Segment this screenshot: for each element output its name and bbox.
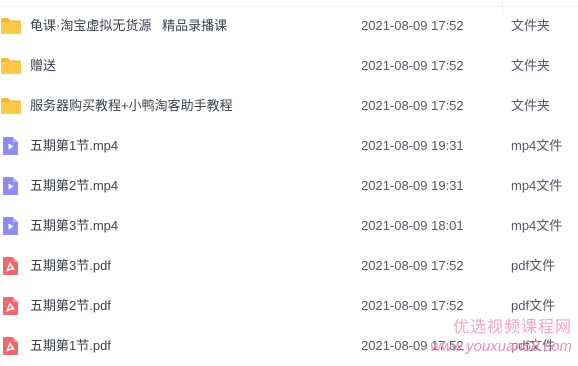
- file-row[interactable]: 五期第1节.pdf 2021-08-09 17:52 pdf文件: [0, 326, 578, 366]
- file-list: 龟课·淘宝虚拟无货源 精品录播课 2021-08-09 17:52 文件夹 赠送 202…: [0, 0, 578, 366]
- file-row[interactable]: 五期第3节.mp4 2021-08-09 18:01 mp4文件: [0, 206, 578, 246]
- file-type: mp4文件: [511, 178, 563, 193]
- file-modified-date: 2021-08-09 17:52: [361, 338, 464, 353]
- file-type: mp4文件: [511, 138, 563, 153]
- file-row[interactable]: 赠送 2021-08-09 17:52 文件夹: [0, 46, 578, 86]
- file-name[interactable]: 赠送: [30, 56, 56, 76]
- file-name[interactable]: 五期第1节.mp4: [30, 136, 118, 156]
- file-name[interactable]: 五期第1节.pdf: [30, 336, 111, 356]
- folder-icon: [0, 56, 22, 76]
- file-type: mp4文件: [511, 218, 563, 233]
- file-modified-date: 2021-08-09 17:52: [361, 18, 464, 33]
- file-type: pdf文件: [511, 298, 556, 313]
- file-type: 文件夹: [511, 18, 551, 33]
- file-type: pdf文件: [511, 338, 556, 353]
- file-row[interactable]: 五期第2节.mp4 2021-08-09 19:31 mp4文件: [0, 166, 578, 206]
- file-name[interactable]: 五期第3节.pdf: [30, 256, 111, 276]
- file-modified-date: 2021-08-09 17:52: [361, 58, 464, 73]
- file-type: pdf文件: [511, 258, 556, 273]
- file-row[interactable]: 五期第2节.pdf 2021-08-09 17:52 pdf文件: [0, 286, 578, 326]
- file-modified-date: 2021-08-09 17:52: [361, 258, 464, 273]
- file-row[interactable]: 五期第1节.mp4 2021-08-09 19:31 mp4文件: [0, 126, 578, 166]
- video-file-icon: [0, 136, 22, 156]
- file-row[interactable]: 五期第3节.pdf 2021-08-09 17:52 pdf文件: [0, 246, 578, 286]
- file-type: 文件夹: [511, 98, 551, 113]
- folder-icon: [0, 96, 22, 116]
- video-file-icon: [0, 176, 22, 196]
- file-modified-date: 2021-08-09 17:52: [361, 298, 464, 313]
- file-name[interactable]: 服务器购买教程+小鸭淘客助手教程: [30, 96, 233, 116]
- video-file-icon: [0, 216, 22, 236]
- file-type: 文件夹: [511, 58, 551, 73]
- folder-icon: [0, 16, 22, 36]
- file-row[interactable]: 龟课·淘宝虚拟无货源 精品录播课 2021-08-09 17:52 文件夹: [0, 6, 578, 46]
- file-name[interactable]: 五期第2节.pdf: [30, 296, 111, 316]
- file-modified-date: 2021-08-09 19:31: [361, 138, 464, 153]
- pdf-file-icon: [0, 256, 22, 276]
- file-row[interactable]: 服务器购买教程+小鸭淘客助手教程 2021-08-09 17:52 文件夹: [0, 86, 578, 126]
- file-modified-date: 2021-08-09 17:52: [361, 98, 464, 113]
- pdf-file-icon: [0, 336, 22, 356]
- pdf-file-icon: [0, 296, 22, 316]
- file-modified-date: 2021-08-09 18:01: [361, 218, 464, 233]
- file-modified-date: 2021-08-09 19:31: [361, 178, 464, 193]
- file-name[interactable]: 龟课·淘宝虚拟无货源 精品录播课: [30, 16, 227, 36]
- file-name[interactable]: 五期第3节.mp4: [30, 216, 118, 236]
- file-name[interactable]: 五期第2节.mp4: [30, 176, 118, 196]
